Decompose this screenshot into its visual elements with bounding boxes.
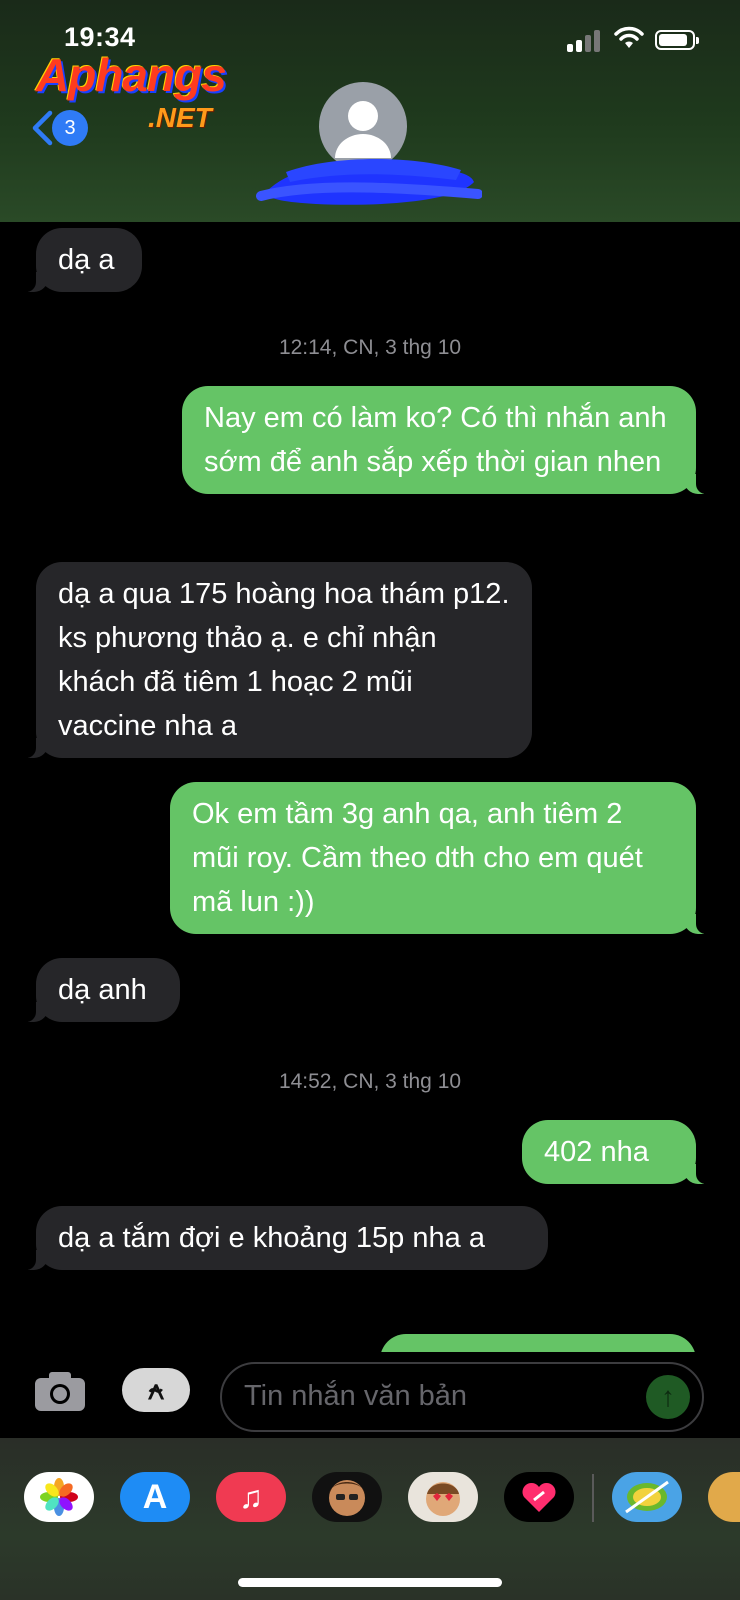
fruit-ninja-icon[interactable] bbox=[612, 1472, 682, 1522]
app-store-button[interactable]: ⍲ bbox=[122, 1368, 190, 1412]
app-store-icon: ⍲ bbox=[147, 1374, 165, 1405]
game-icon[interactable] bbox=[708, 1472, 740, 1522]
cellular-signal-icon bbox=[567, 28, 605, 52]
timestamp: 12:14, CN, 3 thg 10 bbox=[278, 336, 462, 359]
compose-bar: ⍲ Tin nhắn văn bản ↑ bbox=[0, 1352, 740, 1438]
redacted-contact-name bbox=[256, 159, 482, 205]
camera-icon[interactable] bbox=[34, 1370, 86, 1412]
battery-icon bbox=[655, 30, 699, 50]
digital-touch-icon[interactable] bbox=[504, 1472, 574, 1522]
conversation-header: 19:34 Aphangs .NET 3 bbox=[0, 0, 740, 222]
chevron-left-icon bbox=[32, 110, 53, 146]
tray-divider bbox=[592, 1474, 594, 1522]
send-button[interactable]: ↑ bbox=[646, 1375, 690, 1419]
message-input[interactable]: Tin nhắn văn bản ↑ bbox=[220, 1362, 704, 1432]
photos-icon[interactable] bbox=[24, 1472, 94, 1522]
incoming-message[interactable]: dạ a qua 175 hoàng hoa thám p12. ks phươ… bbox=[22, 562, 532, 758]
incoming-message[interactable]: dạ a bbox=[22, 228, 142, 292]
music-icon[interactable]: ♫ bbox=[216, 1472, 286, 1522]
watermark-logo: Aphangs .NET bbox=[36, 49, 227, 133]
memoji-icon[interactable] bbox=[312, 1472, 382, 1522]
message-thread[interactable]: dạ a 12:14, CN, 3 thg 10 Nay em có làm k… bbox=[0, 222, 740, 1352]
imessage-app-tray: A ♫ bbox=[0, 1438, 740, 1600]
message-input-placeholder: Tin nhắn văn bản bbox=[244, 1380, 468, 1412]
outgoing-message[interactable]: Ok em tầm 3g anh qa, anh tiêm 2 mũi roy.… bbox=[170, 782, 710, 934]
arrow-up-icon: ↑ bbox=[661, 1381, 675, 1412]
animoji-icon[interactable] bbox=[408, 1472, 478, 1522]
app-store-icon[interactable]: A bbox=[120, 1472, 190, 1522]
incoming-message[interactable]: dạ anh bbox=[22, 958, 180, 1022]
outgoing-message[interactable]: Nay em có làm ko? Có thì nhắn anh sớm để… bbox=[182, 386, 710, 494]
unread-count-badge[interactable]: 3 bbox=[52, 110, 88, 146]
outgoing-message[interactable]: 402 nha bbox=[522, 1120, 710, 1184]
timestamp: 14:52, CN, 3 thg 10 bbox=[278, 1070, 462, 1093]
incoming-message[interactable]: dạ a tắm đợi e khoảng 15p nha a bbox=[22, 1206, 548, 1270]
home-indicator[interactable] bbox=[238, 1578, 502, 1587]
outgoing-message-partial[interactable] bbox=[380, 1334, 696, 1352]
wifi-icon bbox=[614, 26, 644, 48]
